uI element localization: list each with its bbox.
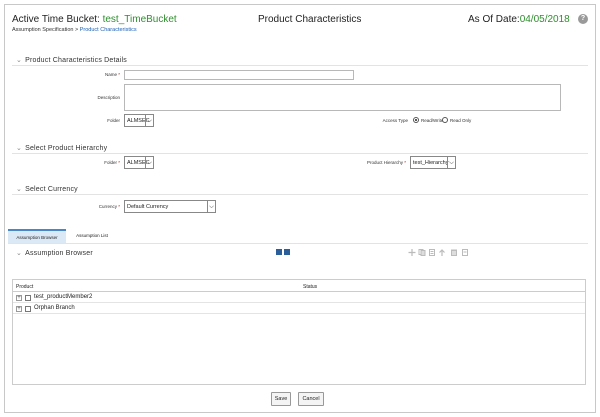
product-hierarchy-select[interactable]: test_Hierarchy ⌵ — [410, 156, 456, 169]
section-details-label: Product Characteristics Details — [25, 57, 127, 64]
name-field[interactable] — [124, 70, 354, 80]
assumption-grid: Product Status + test_productMember2 + O… — [12, 279, 586, 385]
expand-icon[interactable]: + — [16, 306, 22, 312]
active-time-bucket: Active Time Bucket: test_TimeBucket — [12, 14, 177, 25]
row-product: Orphan Branch — [34, 305, 75, 311]
list-view-icon[interactable] — [284, 249, 290, 255]
column-product[interactable]: Product — [16, 284, 33, 290]
row-product: test_productMember2 — [34, 294, 93, 300]
hierarchy-folder-select[interactable]: ALMSEC ⌵ — [124, 156, 154, 169]
bucket-value: test_TimeBucket — [102, 14, 177, 25]
folder-select[interactable]: ALMSEC ⌵ — [124, 114, 154, 127]
chevron-down-icon: ⌄ — [16, 250, 23, 257]
expand-icon[interactable]: + — [16, 295, 22, 301]
delete-icon[interactable] — [450, 249, 458, 256]
section-currency-label: Select Currency — [25, 186, 78, 193]
row-checkbox[interactable] — [25, 306, 31, 312]
name-label: Name * — [104, 72, 120, 77]
description-label: Description — [97, 95, 120, 100]
save-button[interactable]: Save — [271, 392, 291, 406]
help-icon[interactable]: ? — [578, 14, 588, 24]
as-of-label: As Of Date: — [468, 14, 520, 25]
chevron-down-icon: ⌵ — [145, 157, 153, 168]
table-row[interactable]: + test_productMember2 — [13, 293, 585, 303]
breadcrumb-parent[interactable]: Assumption Specification — [12, 27, 73, 33]
radio-read-write[interactable] — [413, 117, 419, 123]
add-icon[interactable] — [408, 249, 416, 256]
page-title: Product Characteristics — [258, 14, 362, 25]
section-hierarchy-title[interactable]: ⌄ Select Product Hierarchy — [16, 144, 107, 152]
cancel-button[interactable]: Cancel — [298, 392, 324, 406]
tab-assumption-browser[interactable]: Assumption Browser — [8, 229, 66, 243]
chevron-down-icon: ⌄ — [16, 145, 23, 152]
copy-icon[interactable] — [418, 249, 426, 256]
as-of-value: 04/05/2018 — [519, 14, 570, 25]
folder-label: Folder — [107, 118, 120, 123]
description-field[interactable] — [124, 84, 561, 111]
divider — [12, 153, 588, 154]
section-details-title[interactable]: ⌄ Product Characteristics Details — [16, 56, 127, 64]
currency-select[interactable]: Default Currency ⌵ — [124, 200, 216, 213]
currency-label: Currency * — [98, 204, 120, 209]
radio-read-only[interactable] — [442, 117, 448, 123]
bucket-label: Active Time Bucket: — [12, 14, 103, 25]
grid-header: Product Status — [13, 280, 585, 292]
edit-icon[interactable] — [428, 249, 436, 256]
product-hierarchy-value: test_Hierarchy — [413, 160, 449, 166]
as-of-date: As Of Date:04/05/2018 — [468, 14, 570, 25]
section-browser-title[interactable]: ⌄ Assumption Browser — [16, 249, 93, 257]
grid-view-icon[interactable] — [276, 249, 282, 255]
divider — [12, 65, 588, 66]
chevron-down-icon: ⌄ — [16, 186, 23, 193]
refresh-icon[interactable] — [461, 249, 469, 256]
column-status[interactable]: Status — [303, 284, 317, 290]
breadcrumb-current: Product Characteristics — [79, 27, 137, 33]
chevron-down-icon: ⌵ — [207, 201, 215, 212]
chevron-down-icon: ⌵ — [447, 157, 455, 168]
upload-icon[interactable] — [438, 249, 446, 256]
divider — [12, 194, 588, 195]
currency-value: Default Currency — [127, 204, 169, 210]
section-hierarchy-label: Select Product Hierarchy — [25, 145, 108, 152]
table-row[interactable]: + Orphan Branch — [13, 304, 585, 314]
row-checkbox[interactable] — [25, 295, 31, 301]
breadcrumb: Assumption Specification > Product Chara… — [12, 27, 137, 33]
access-type-label: Access Type — [382, 118, 408, 123]
chevron-down-icon: ⌵ — [145, 115, 153, 126]
tab-assumption-list[interactable]: Assumption List — [66, 229, 118, 243]
section-browser-label: Assumption Browser — [25, 250, 93, 257]
tabs-divider — [8, 243, 588, 244]
radio-read-write-label: Read/Write — [421, 118, 444, 123]
product-hierarchy-label: Product Hierarchy * — [366, 160, 406, 165]
radio-read-only-label: Read Only — [450, 118, 472, 123]
chevron-down-icon: ⌄ — [16, 57, 23, 64]
hierarchy-folder-label: Folder * — [104, 160, 120, 165]
section-currency-title[interactable]: ⌄ Select Currency — [16, 185, 78, 193]
